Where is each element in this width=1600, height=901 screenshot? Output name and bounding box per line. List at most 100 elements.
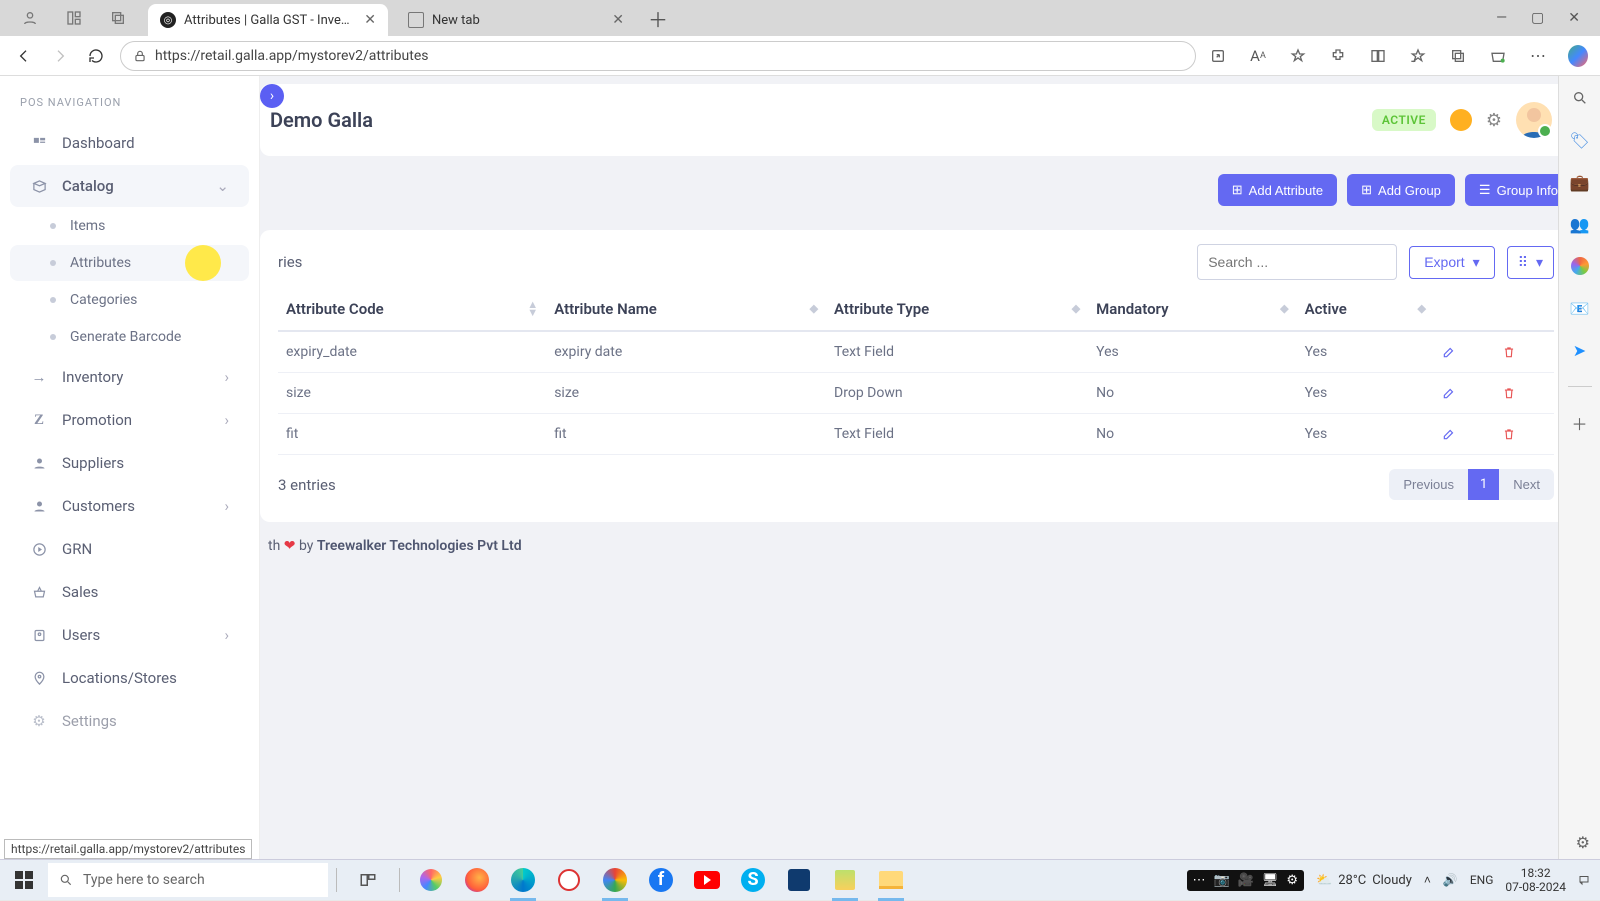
col-header-type[interactable]: Attribute Type◆ (826, 288, 1088, 331)
col-header-name[interactable]: Attribute Name◆ (546, 288, 826, 331)
taskbar-search[interactable]: Type here to search (48, 863, 328, 897)
taskbar-firefox-icon[interactable] (462, 865, 492, 895)
edge-settings-icon[interactable]: ⚙ (1576, 833, 1590, 852)
send-icon[interactable]: ➤ (1570, 340, 1590, 360)
favorite-icon[interactable] (1288, 46, 1308, 66)
tab-close-button[interactable]: ✕ (612, 12, 624, 28)
col-header-active[interactable]: Active◆ (1297, 288, 1434, 331)
company-link[interactable]: Treewalker Technologies Pvt Ltd (317, 538, 522, 554)
tray-overflow-button[interactable]: ˄ (1424, 873, 1431, 887)
button-label: Group Info (1497, 183, 1558, 198)
sidebar-item-sales[interactable]: Sales (10, 571, 249, 613)
shopping-icon[interactable] (1488, 46, 1508, 66)
sidebar-item-customers[interactable]: Customers › (10, 485, 249, 527)
minimize-button[interactable]: — (1496, 10, 1507, 26)
pagination-prev-button[interactable]: Previous (1389, 469, 1468, 500)
taskbar-explorer-icon[interactable] (876, 865, 906, 895)
delete-row-button[interactable] (1494, 373, 1554, 414)
delete-row-button[interactable] (1494, 414, 1554, 455)
taskbar-copilot-icon[interactable] (416, 865, 446, 895)
sidebar-item-locations[interactable]: Locations/Stores (10, 657, 249, 699)
game-bar-widget[interactable]: ⋯ 📷 🎥 🖥 ⚙ (1187, 870, 1305, 891)
split-screen-icon[interactable] (1368, 46, 1388, 66)
taskbar-chrome-icon[interactable] (600, 865, 630, 895)
sidebar-subitem-items[interactable]: Items (10, 208, 249, 244)
sidebar-item-users[interactable]: Users › (10, 614, 249, 656)
taskbar-edge-icon[interactable] (508, 865, 538, 895)
sidebar-subitem-categories[interactable]: Categories (10, 282, 249, 318)
forward-button[interactable] (48, 44, 72, 68)
tag-icon[interactable]: 🏷 (1570, 130, 1590, 150)
open-in-app-icon[interactable] (1208, 46, 1228, 66)
sidebar-toggle-button[interactable]: › (260, 84, 284, 108)
sidebar-item-suppliers[interactable]: Suppliers (10, 442, 249, 484)
favorites-list-icon[interactable] (1408, 46, 1428, 66)
text-size-icon[interactable]: AA (1248, 46, 1268, 66)
edit-row-button[interactable] (1434, 373, 1494, 414)
col-header-code[interactable]: Attribute Code▲▼ (278, 288, 546, 331)
maximize-button[interactable]: ▢ (1531, 10, 1544, 26)
office-icon[interactable] (1570, 256, 1590, 276)
briefcase-icon[interactable]: 💼 (1570, 172, 1590, 192)
taskbar-store-icon[interactable] (784, 865, 814, 895)
sidebar-item-grn[interactable]: GRN (10, 528, 249, 570)
sidebar-item-dashboard[interactable]: Dashboard (10, 122, 249, 164)
sort-icon: ◆ (1280, 305, 1288, 313)
start-button[interactable] (0, 860, 48, 901)
pagination-next-button[interactable]: Next (1499, 469, 1554, 500)
settings-gear-button[interactable]: ⚙ (1486, 110, 1502, 131)
add-tool-icon[interactable]: ＋ (1570, 413, 1590, 433)
sidebar-item-promotion[interactable]: Z Promotion › (10, 399, 249, 441)
close-window-button[interactable]: ✕ (1568, 10, 1580, 26)
table-row: size size Drop Down No Yes (278, 373, 1554, 414)
screen-icon: 🖥 (1262, 873, 1279, 888)
outlook-icon[interactable]: 📧 (1570, 298, 1590, 318)
tab-close-button[interactable]: ✕ (364, 12, 376, 28)
table-search-input[interactable] (1197, 244, 1397, 280)
group-info-button[interactable]: ☰ Group Info (1465, 174, 1572, 206)
task-view-button[interactable] (353, 865, 383, 895)
edit-row-button[interactable] (1434, 331, 1494, 373)
taskbar-app1-icon[interactable] (830, 865, 860, 895)
url-input[interactable]: https://retail.galla.app/mystorev2/attri… (120, 41, 1196, 71)
more-menu-button[interactable]: ⋯ (1528, 46, 1548, 66)
sidebar-subitem-generate-barcode[interactable]: Generate Barcode (10, 319, 249, 355)
nav-label: Customers (62, 497, 135, 515)
people-icon[interactable]: 👥 (1570, 214, 1590, 234)
browser-tab-inactive[interactable]: New tab ✕ (396, 4, 636, 36)
profile-icon[interactable] (20, 8, 40, 28)
add-attribute-button[interactable]: ⊞ Add Attribute (1218, 174, 1337, 206)
volume-icon[interactable]: 🔊 (1443, 873, 1458, 887)
export-button[interactable]: Export ▾ (1409, 246, 1495, 279)
delete-row-button[interactable] (1494, 331, 1554, 373)
view-grid-button[interactable]: ⠿ ▾ (1507, 246, 1554, 279)
notifications-button[interactable] (1578, 874, 1590, 886)
weather-widget[interactable]: ⛅ 28°C Cloudy (1316, 873, 1412, 888)
sidebar-subitem-attributes[interactable]: Attributes (10, 245, 249, 281)
search-icon[interactable] (1570, 88, 1590, 108)
coin-icon[interactable] (1450, 109, 1472, 131)
edit-row-button[interactable] (1434, 414, 1494, 455)
pagination-page-current[interactable]: 1 (1468, 469, 1499, 500)
sidebar-item-catalog[interactable]: Catalog ⌄ (10, 165, 249, 207)
taskbar-record-icon[interactable] (554, 865, 584, 895)
col-header-mandatory[interactable]: Mandatory◆ (1088, 288, 1296, 331)
sidebar-item-settings[interactable]: ⚙ Settings (10, 700, 249, 742)
add-group-button[interactable]: ⊞ Add Group (1347, 174, 1455, 206)
refresh-button[interactable] (84, 44, 108, 68)
new-tab-button[interactable]: ＋ (648, 4, 668, 33)
back-button[interactable] (12, 44, 36, 68)
tray-lang[interactable]: ENG (1470, 873, 1494, 887)
taskbar-youtube-icon[interactable] (692, 865, 722, 895)
collections-icon[interactable] (1448, 46, 1468, 66)
copilot-icon[interactable] (1568, 46, 1588, 66)
workspaces-icon[interactable] (64, 8, 84, 28)
sidebar-item-inventory[interactable]: → Inventory › (10, 356, 249, 398)
browser-tab-active[interactable]: ◎ Attributes | Galla GST - Inventory ✕ (148, 4, 388, 36)
taskbar-facebook-icon[interactable]: f (646, 865, 676, 895)
tab-actions-icon[interactable] (108, 8, 128, 28)
taskbar-skype-icon[interactable]: S (738, 865, 768, 895)
tray-clock[interactable]: 18:32 07-08-2024 (1505, 866, 1566, 894)
extensions-icon[interactable] (1328, 46, 1348, 66)
user-avatar[interactable] (1516, 102, 1552, 138)
